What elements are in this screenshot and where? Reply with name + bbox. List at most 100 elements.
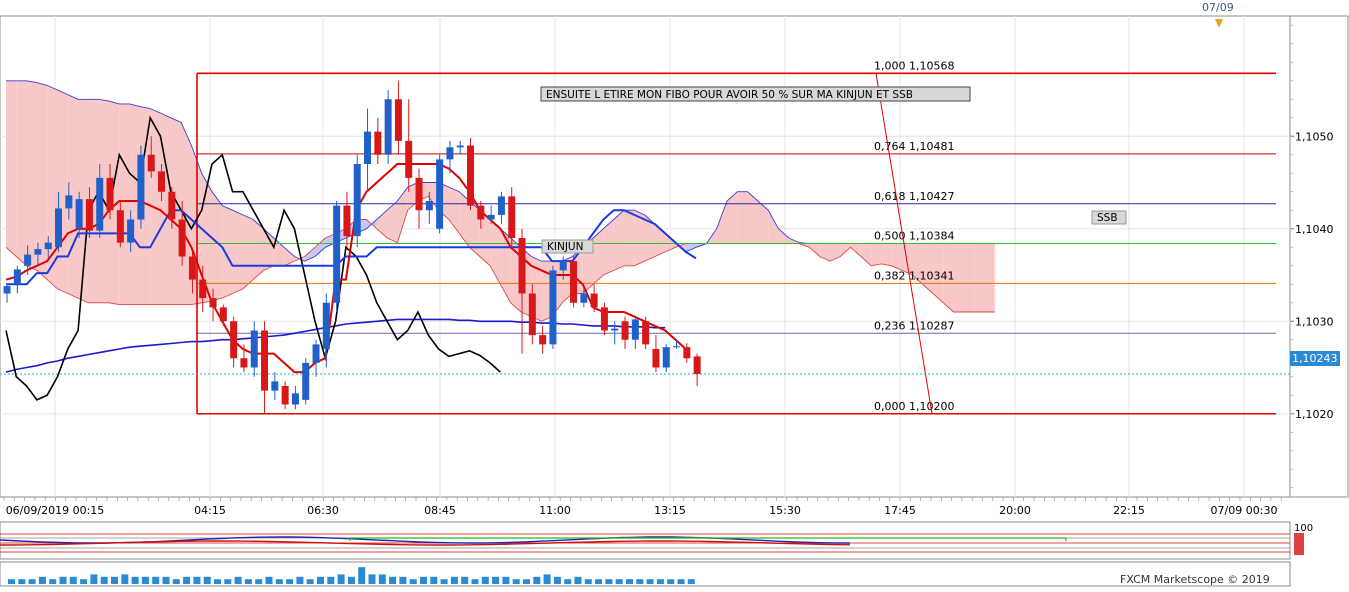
volume-bar: [90, 574, 98, 584]
candle-body[interactable]: [261, 330, 269, 391]
candle-body[interactable]: [168, 191, 176, 220]
volume-bar: [564, 579, 572, 584]
cloud-segment: [881, 243, 892, 266]
candle-body[interactable]: [127, 219, 135, 243]
candle-body[interactable]: [446, 147, 454, 160]
candle-body[interactable]: [199, 279, 207, 299]
candle-body[interactable]: [116, 210, 124, 243]
candle-body[interactable]: [528, 293, 536, 336]
price-chart[interactable]: 1,000 1,10568 0,764 1,10481 0,618 1,10427 0…: [0, 0, 1349, 588]
candle-body[interactable]: [219, 307, 227, 322]
candle-body[interactable]: [209, 298, 217, 308]
candle-body[interactable]: [147, 154, 155, 172]
candle-body[interactable]: [436, 159, 444, 229]
candle-body[interactable]: [302, 362, 310, 400]
volume-bar: [214, 579, 221, 584]
date-marker-label: 07/09: [1202, 1, 1234, 14]
candle-body[interactable]: [467, 145, 475, 206]
fibo-level-label: 0,500 1,10384: [874, 230, 954, 243]
candle-body[interactable]: [425, 201, 433, 211]
candle-body[interactable]: [106, 177, 114, 211]
candle-body[interactable]: [188, 256, 196, 280]
volume-bar: [80, 579, 88, 584]
candle-body[interactable]: [85, 199, 93, 231]
volume-bar: [286, 579, 294, 584]
candle-body[interactable]: [75, 199, 83, 229]
candle-body[interactable]: [621, 321, 629, 340]
candle-body[interactable]: [559, 261, 567, 271]
candle-body[interactable]: [652, 349, 660, 368]
candle-body[interactable]: [384, 99, 392, 155]
candle-body[interactable]: [405, 140, 413, 178]
candle-body[interactable]: [611, 328, 619, 331]
candle-body[interactable]: [590, 293, 598, 308]
volume-bar: [667, 579, 675, 584]
price-tick-label: 1,1030: [1295, 315, 1334, 328]
volume-bar: [317, 576, 324, 584]
candle-body[interactable]: [364, 131, 372, 164]
candle-body[interactable]: [281, 386, 289, 405]
candle-body[interactable]: [642, 321, 650, 345]
time-tick-label: 15:30: [769, 504, 801, 517]
volume-bar: [389, 576, 397, 584]
volume-bar: [492, 576, 500, 584]
candle-body[interactable]: [353, 164, 361, 237]
current-price-label: 1,10243: [1292, 352, 1338, 365]
candle-body[interactable]: [250, 330, 258, 368]
candle-body[interactable]: [662, 347, 670, 368]
candle-body[interactable]: [34, 249, 42, 255]
candle-body[interactable]: [477, 205, 485, 220]
candle-body[interactable]: [137, 154, 145, 220]
candle-body[interactable]: [549, 270, 557, 345]
volume-bar: [59, 576, 67, 584]
candle-body[interactable]: [497, 196, 505, 215]
volume-bar: [38, 576, 46, 584]
candle-body[interactable]: [631, 319, 639, 340]
candle-body[interactable]: [456, 145, 464, 148]
candle-body[interactable]: [570, 261, 578, 303]
time-tick-label: 11:00: [539, 504, 571, 517]
candle-body[interactable]: [65, 195, 73, 209]
candle-body[interactable]: [683, 347, 691, 359]
volume-bar: [131, 576, 139, 584]
cloud-segment: [963, 243, 975, 312]
candle-body[interactable]: [518, 238, 526, 294]
cloud-segment: [953, 243, 964, 312]
candle-body[interactable]: [271, 381, 279, 391]
oscillator-scale-markers: [1294, 533, 1304, 555]
candle-body[interactable]: [178, 219, 186, 257]
candle-body[interactable]: [55, 208, 63, 248]
candle-body[interactable]: [322, 302, 330, 349]
candle-body[interactable]: [343, 205, 351, 237]
candle-body[interactable]: [394, 99, 402, 141]
candle-body[interactable]: [3, 286, 11, 294]
candle-body[interactable]: [600, 307, 608, 331]
fibo-level-label: 1,000 1,10568: [874, 59, 954, 72]
volume-bar: [687, 579, 695, 584]
cloud-segment: [26, 80, 37, 271]
candle-body[interactable]: [580, 293, 588, 303]
candle-body[interactable]: [24, 254, 32, 266]
candle-body[interactable]: [539, 335, 547, 345]
candle-body[interactable]: [487, 214, 495, 220]
volume-bar: [18, 579, 26, 584]
candle-body[interactable]: [508, 196, 516, 238]
candle-body[interactable]: [158, 171, 166, 192]
candle-body[interactable]: [230, 321, 238, 359]
volume-bar: [244, 579, 252, 584]
candle-body[interactable]: [673, 346, 681, 348]
candle-body[interactable]: [333, 205, 341, 303]
candle-body[interactable]: [13, 269, 21, 285]
candle-body[interactable]: [291, 393, 299, 405]
candle-body[interactable]: [312, 344, 320, 363]
candle-body[interactable]: [415, 177, 423, 211]
candle-body[interactable]: [96, 177, 104, 231]
volume-bar: [677, 579, 685, 584]
volume-bar: [615, 579, 623, 584]
time-tick-label: 13:15: [654, 504, 686, 517]
volume-bar: [224, 579, 232, 584]
candle-body[interactable]: [693, 356, 701, 374]
candle-body[interactable]: [44, 242, 52, 250]
candle-body[interactable]: [374, 131, 382, 155]
candle-body[interactable]: [240, 358, 248, 368]
